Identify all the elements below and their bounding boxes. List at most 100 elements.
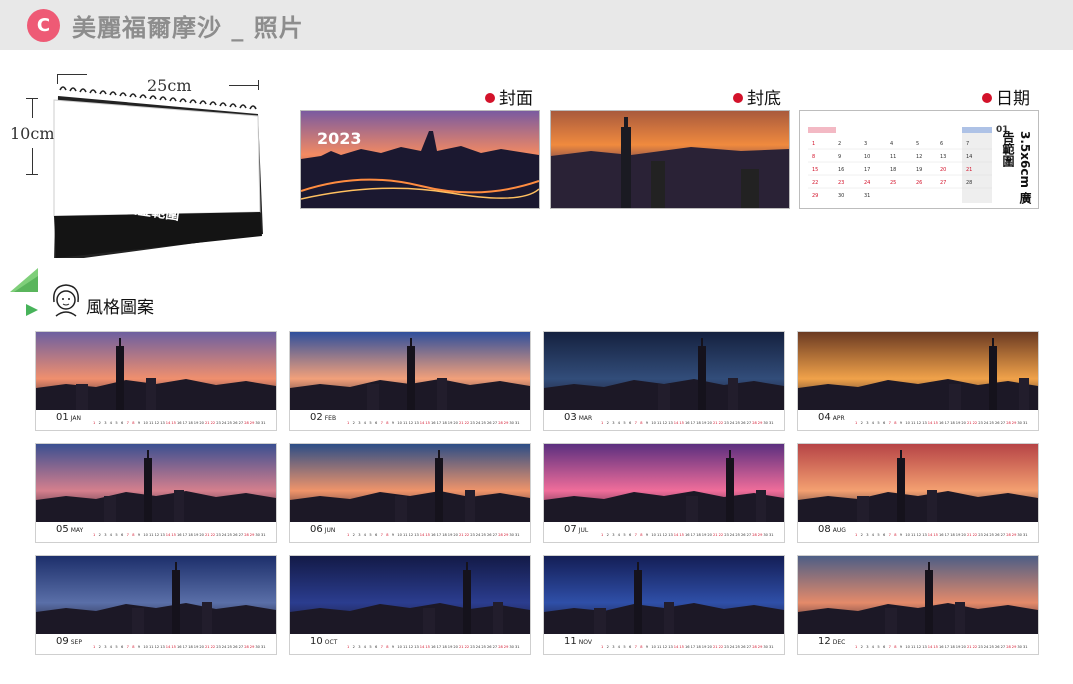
svg-text:14: 14: [966, 154, 972, 160]
svg-text:18: 18: [442, 421, 447, 425]
month-card: 06 JUN 1 2 3 4 5 6 7 8 9 10 11 12 13 14 15 16 17 18 19 20 21 22…: [289, 443, 531, 543]
svg-text:6: 6: [375, 421, 378, 425]
month-photo: [798, 556, 1038, 634]
svg-text:13: 13: [922, 421, 927, 425]
svg-text:12: 12: [155, 533, 160, 537]
svg-text:23: 23: [978, 533, 983, 537]
svg-text:13: 13: [940, 154, 946, 160]
month-abbr: DEC: [832, 639, 846, 646]
month-card: 09 SEP 1 2 3 4 5 6 7 8 9 10 11 12 13 14 15 16 17 18 19 20 21 22…: [35, 555, 277, 655]
month-caption: 06 JUN: [310, 524, 335, 535]
svg-text:16: 16: [431, 645, 436, 649]
month-card: 12 DEC 1 2 3 4 5 6 7 8 9 10 11 12 13 14 15 16 17 18 19 20 21 22…: [797, 555, 1039, 655]
svg-text:18: 18: [188, 421, 193, 425]
svg-text:16: 16: [939, 645, 944, 649]
svg-text:14: 14: [928, 645, 933, 649]
svg-text:14: 14: [420, 533, 425, 537]
month-photo: [36, 556, 276, 634]
svg-text:2: 2: [607, 421, 609, 425]
svg-text:6: 6: [121, 421, 124, 425]
day-strip: 1 2 3 4 5 6 7 8 9 10 11 12 13 14 15 16 17 18 19 20 21 22 23 24 2…: [346, 636, 522, 650]
svg-text:3: 3: [358, 533, 360, 537]
svg-text:23: 23: [724, 533, 729, 537]
svg-text:9: 9: [646, 645, 649, 649]
svg-text:22: 22: [465, 533, 470, 537]
svg-text:31: 31: [769, 533, 774, 537]
svg-text:17: 17: [864, 167, 870, 173]
svg-text:21: 21: [967, 645, 972, 649]
svg-text:17: 17: [945, 533, 950, 537]
svg-text:30: 30: [763, 533, 768, 537]
svg-text:21: 21: [459, 533, 464, 537]
svg-text:16: 16: [939, 421, 944, 425]
svg-text:13: 13: [414, 645, 419, 649]
svg-text:11: 11: [149, 421, 154, 425]
svg-text:20: 20: [453, 645, 458, 649]
svg-text:29: 29: [250, 421, 255, 425]
svg-text:11: 11: [403, 645, 408, 649]
month-abbr: JUL: [578, 527, 589, 534]
svg-text:26: 26: [233, 645, 238, 649]
svg-text:29: 29: [1012, 421, 1017, 425]
svg-text:17: 17: [691, 533, 696, 537]
svg-text:7: 7: [635, 645, 637, 649]
svg-text:13: 13: [668, 421, 673, 425]
svg-text:23: 23: [470, 533, 475, 537]
svg-text:17: 17: [691, 421, 696, 425]
svg-text:25: 25: [227, 645, 232, 649]
svg-text:1: 1: [812, 141, 815, 147]
day-strip: 1 2 3 4 5 6 7 8 9 10 11 12 13 14 15 16 17 18 19 20 21 22 23 24 2…: [346, 412, 522, 426]
svg-text:31: 31: [261, 533, 266, 537]
svg-text:22: 22: [812, 180, 818, 186]
svg-text:9: 9: [392, 421, 395, 425]
svg-text:17: 17: [437, 533, 442, 537]
svg-text:1: 1: [347, 645, 349, 649]
svg-text:23: 23: [838, 180, 844, 186]
svg-text:6: 6: [375, 645, 378, 649]
svg-text:21: 21: [967, 421, 972, 425]
day-strip: 1 2 3 4 5 6 7 8 9 10 11 12 13 14 15 16 17 18 19 20 21 22 23 24 2…: [600, 412, 776, 426]
svg-text:6: 6: [883, 645, 886, 649]
month-number: 12: [818, 636, 831, 647]
svg-text:28: 28: [752, 533, 757, 537]
svg-text:13: 13: [668, 645, 673, 649]
svg-text:30: 30: [1017, 645, 1022, 649]
month-number: 09: [56, 636, 69, 647]
month-abbr: OCT: [324, 639, 338, 646]
svg-text:13: 13: [414, 421, 419, 425]
svg-text:3: 3: [358, 421, 360, 425]
svg-text:19: 19: [448, 533, 453, 537]
month-caption: 12 DEC: [818, 636, 845, 647]
svg-text:29: 29: [812, 193, 818, 199]
svg-text:26: 26: [487, 421, 492, 425]
svg-text:27: 27: [747, 533, 752, 537]
svg-text:14: 14: [928, 421, 933, 425]
svg-text:6: 6: [121, 533, 124, 537]
svg-text:30: 30: [509, 421, 514, 425]
svg-text:7: 7: [889, 645, 891, 649]
svg-text:12: 12: [916, 154, 922, 160]
month-caption: 05 MAY: [56, 524, 83, 535]
svg-text:13: 13: [160, 645, 165, 649]
svg-text:21: 21: [205, 533, 210, 537]
svg-text:20: 20: [961, 421, 966, 425]
svg-text:14: 14: [420, 645, 425, 649]
day-strip: 1 2 3 4 5 6 7 8 9 10 11 12 13 14 15 16 17 18 19 20 21 22 23 24 2…: [854, 412, 1030, 426]
svg-text:2: 2: [861, 645, 863, 649]
svg-text:20: 20: [961, 645, 966, 649]
svg-text:26: 26: [995, 533, 1000, 537]
svg-text:26: 26: [741, 645, 746, 649]
svg-text:1: 1: [93, 533, 95, 537]
svg-text:2: 2: [607, 645, 609, 649]
svg-text:9: 9: [392, 645, 395, 649]
svg-text:17: 17: [183, 533, 188, 537]
svg-text:5: 5: [115, 533, 117, 537]
svg-text:8: 8: [894, 533, 897, 537]
month-photo: [290, 444, 530, 522]
month-abbr: MAY: [70, 527, 84, 534]
svg-text:29: 29: [758, 533, 763, 537]
svg-text:15: 15: [933, 421, 938, 425]
svg-text:5: 5: [369, 533, 371, 537]
svg-text:15: 15: [933, 533, 938, 537]
svg-text:7: 7: [381, 645, 383, 649]
